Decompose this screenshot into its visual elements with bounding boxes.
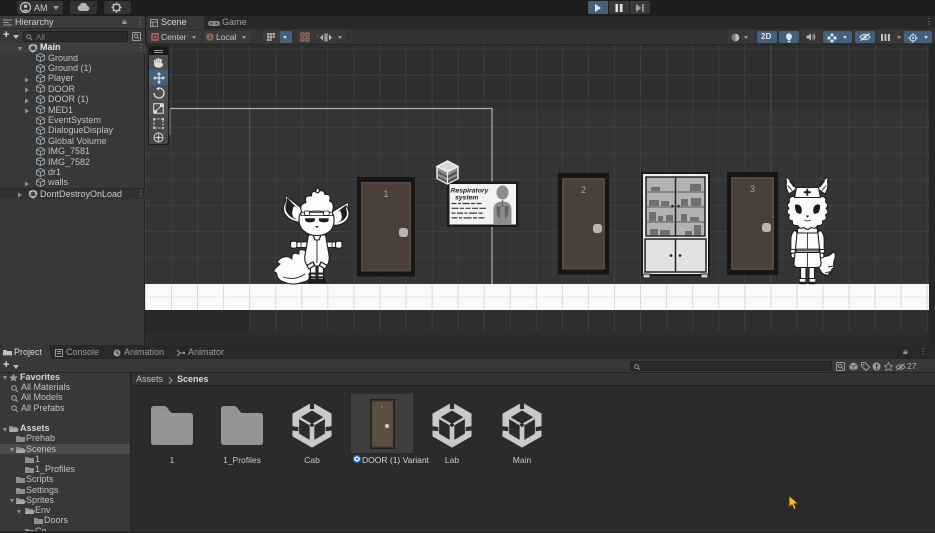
svg-text:2: 2 — [581, 185, 586, 195]
svg-text:Respiratory: Respiratory — [451, 188, 490, 195]
svg-text:system: system — [455, 195, 478, 202]
svg-text:3: 3 — [750, 184, 755, 194]
svg-text:1: 1 — [383, 189, 388, 199]
